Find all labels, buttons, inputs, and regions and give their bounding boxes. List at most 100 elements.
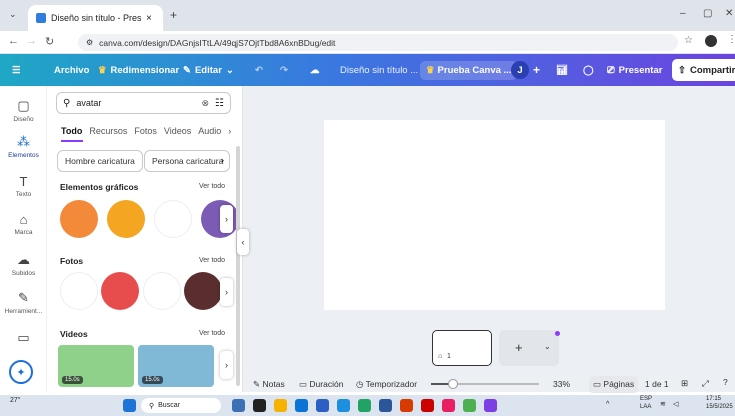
site-info-icon[interactable]: ⚙ [86, 38, 93, 47]
tab-videos[interactable]: Videos [164, 126, 191, 136]
url-field[interactable]: ⚙ canva.com/design/DAGnjsITtLA/49qjS7Ojt… [78, 34, 678, 51]
carousel-next-icon[interactable]: › [220, 351, 233, 379]
video-thumbnail[interactable]: 15.0s [58, 345, 134, 387]
profile-icon[interactable] [705, 35, 717, 47]
collapse-panel-icon[interactable]: ‹ [237, 229, 249, 255]
maximize-button[interactable]: ▢ [703, 8, 712, 19]
windows-start-icon[interactable] [123, 399, 136, 412]
taskbar-app-icon[interactable] [316, 399, 329, 412]
language-indicator[interactable]: ESP [640, 396, 652, 402]
resize-button[interactable]: ♛ Redimensionar [98, 54, 179, 86]
edge-icon[interactable] [295, 399, 308, 412]
rail-item-uploads[interactable]: ☁ Subidos [0, 252, 47, 277]
tab-all[interactable]: Todo [61, 126, 82, 136]
zoom-slider-handle[interactable] [447, 379, 458, 389]
file-explorer-icon[interactable] [274, 399, 287, 412]
rail-item-brand[interactable]: ⌂ Marca [0, 212, 47, 236]
rail-item-elements[interactable]: ⁂ Elementos [0, 134, 47, 159]
redo-icon[interactable]: ↷ [280, 54, 288, 86]
word-icon[interactable] [379, 399, 392, 412]
trial-button[interactable]: ♛ Prueba Canva ... [420, 54, 518, 86]
see-all-link[interactable]: Ver todo [199, 183, 225, 190]
rail-item-design[interactable]: ▢ Diseño [0, 98, 47, 123]
see-all-link[interactable]: Ver todo [199, 257, 225, 264]
chevron-down-icon[interactable]: ⌄ [544, 342, 551, 351]
undo-icon[interactable]: ↶ [255, 54, 263, 86]
weather-temperature[interactable]: 27° [10, 397, 21, 404]
edit-menu[interactable]: ✎ Editar ⌄ [183, 54, 234, 86]
design-title[interactable]: Diseño sin título ... [340, 54, 418, 86]
page-thumbnail[interactable]: ⌂ 1 [432, 330, 492, 366]
taskbar-app-icon[interactable] [232, 399, 245, 412]
timer-button[interactable]: ◷ Temporizador [356, 379, 417, 390]
browser-tab[interactable]: Diseño sin título - Presentación × [28, 5, 163, 31]
minimize-button[interactable]: – [680, 8, 686, 19]
add-page-button[interactable]: + ⌄ [499, 330, 559, 366]
search-input[interactable]: ⚲ avatar ⊗ ☷ [56, 92, 231, 114]
help-icon[interactable]: ? [723, 377, 728, 387]
filter-icon[interactable]: ☷ [215, 98, 224, 109]
close-window-button[interactable]: ✕ [725, 8, 733, 19]
invite-plus-button[interactable]: + [533, 54, 540, 86]
pages-button[interactable]: ▭ Páginas [589, 376, 639, 393]
taskbar-app-icon[interactable] [421, 399, 434, 412]
forward-icon[interactable]: → [26, 35, 37, 47]
notes-button[interactable]: ✎ Notas [253, 379, 285, 390]
excel-icon[interactable] [358, 399, 371, 412]
suggestion-chip[interactable]: Hombre caricatura [57, 150, 143, 172]
carousel-next-icon[interactable]: › [220, 278, 233, 306]
duration-button[interactable]: ▭ Duración [299, 379, 343, 390]
cloud-save-icon[interactable]: ☁ [310, 54, 320, 86]
grid-view-icon[interactable]: ⊞ [681, 378, 688, 389]
reload-icon[interactable]: ↻ [45, 35, 54, 48]
clear-search-icon[interactable]: ⊗ [201, 98, 209, 109]
share-button[interactable]: ⇧ Compartir [672, 59, 735, 81]
new-tab-button[interactable]: + [170, 8, 177, 22]
tab-list-icon[interactable]: ⌄ [9, 9, 17, 20]
avatar-photo[interactable] [143, 272, 181, 310]
avatar-photo[interactable] [101, 272, 139, 310]
carousel-next-icon[interactable]: › [220, 205, 233, 233]
see-all-link[interactable]: Ver todo [199, 330, 225, 337]
suggestion-chip[interactable]: Persona caricatura [144, 150, 230, 172]
chevron-right-icon[interactable]: › [221, 155, 224, 165]
file-menu[interactable]: Archivo [54, 54, 89, 86]
volume-icon[interactable]: ◁ [673, 400, 678, 408]
video-thumbnail[interactable]: 15.0s [138, 345, 214, 387]
insights-icon[interactable]: 📊︎ [556, 54, 568, 86]
avatar-photo[interactable] [184, 272, 222, 310]
panel-scrollbar[interactable] [236, 146, 240, 386]
close-tab-icon[interactable]: × [146, 13, 152, 24]
tab-photos[interactable]: Fotos [134, 126, 157, 136]
taskbar-search[interactable]: ⚲ Buscar [141, 398, 221, 413]
wifi-icon[interactable]: ≋ [660, 400, 666, 408]
back-icon[interactable]: ← [8, 35, 19, 47]
zoom-level[interactable]: 33% [553, 379, 570, 389]
avatar-graphic[interactable] [107, 200, 145, 238]
chrome-icon[interactable] [463, 399, 476, 412]
chevron-right-icon[interactable]: › [228, 126, 231, 136]
rail-item-text[interactable]: T Texto [0, 174, 47, 198]
bookmark-star-icon[interactable]: ☆ [684, 35, 693, 46]
clock-time[interactable]: 17:15 [706, 396, 721, 402]
taskbar-app-icon[interactable] [484, 399, 497, 412]
tab-resources[interactable]: Recursos [89, 126, 127, 136]
tab-audio[interactable]: Audio [198, 126, 221, 136]
slide-page[interactable] [324, 120, 665, 310]
magic-assistant-icon[interactable]: ✦ [9, 360, 33, 384]
fullscreen-icon[interactable]: ⤢ [702, 378, 709, 389]
avatar-graphic[interactable] [154, 200, 192, 238]
zoom-slider[interactable] [431, 379, 539, 389]
avatar-graphic[interactable] [60, 200, 98, 238]
tray-expand-icon[interactable]: ^ [606, 401, 609, 408]
avatar-photo[interactable] [60, 272, 98, 310]
taskbar-app-icon[interactable] [337, 399, 350, 412]
rail-item-tools[interactable]: ✎ Herramient... [0, 290, 47, 315]
user-avatar[interactable]: J [511, 61, 529, 79]
powerpoint-icon[interactable] [400, 399, 413, 412]
taskbar-app-icon[interactable] [442, 399, 455, 412]
comments-icon[interactable]: ◯ [583, 54, 594, 86]
present-button[interactable]: ⎚ Presentar [607, 54, 662, 86]
main-menu-icon[interactable]: ☰ [12, 54, 21, 86]
taskbar-app-icon[interactable] [253, 399, 266, 412]
